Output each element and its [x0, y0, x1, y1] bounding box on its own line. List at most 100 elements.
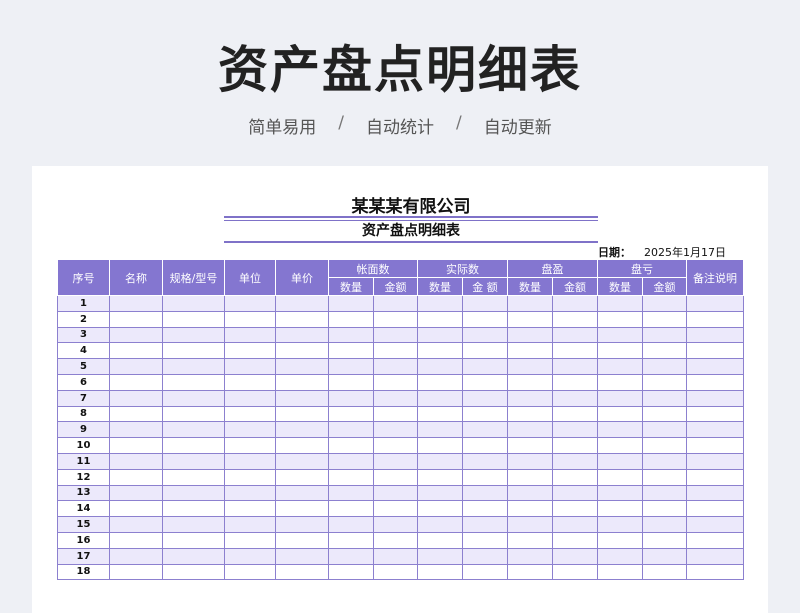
table-cell[interactable]	[462, 405, 508, 423]
table-cell[interactable]	[224, 421, 276, 439]
table-cell[interactable]	[686, 531, 744, 549]
table-cell[interactable]	[552, 563, 598, 581]
table-cell[interactable]	[275, 531, 329, 549]
table-cell[interactable]	[417, 295, 463, 312]
header-surplus-amount[interactable]: 金额	[552, 277, 598, 296]
table-cell[interactable]	[162, 563, 225, 581]
table-cell[interactable]	[686, 342, 744, 360]
table-cell[interactable]	[224, 452, 276, 470]
table-cell[interactable]	[642, 452, 687, 470]
table-cell[interactable]	[109, 373, 163, 391]
table-cell[interactable]	[552, 452, 598, 470]
header-seq[interactable]: 序号	[57, 259, 110, 296]
table-cell[interactable]	[109, 310, 163, 328]
table-cell[interactable]	[642, 373, 687, 391]
header-surplus-qty[interactable]: 数量	[507, 277, 553, 296]
table-cell[interactable]	[642, 389, 687, 407]
table-cell[interactable]	[417, 358, 463, 375]
table-cell[interactable]	[373, 547, 418, 565]
table-cell[interactable]	[686, 452, 744, 470]
table-cell[interactable]	[597, 326, 643, 344]
table-cell[interactable]	[109, 295, 163, 312]
table-cell[interactable]	[417, 516, 463, 533]
table-cell[interactable]	[373, 516, 418, 533]
table-cell[interactable]	[109, 389, 163, 407]
table-cell[interactable]	[597, 468, 643, 486]
table-cell[interactable]	[686, 295, 744, 312]
table-cell[interactable]	[224, 389, 276, 407]
table-cell[interactable]	[328, 547, 374, 565]
table-cell[interactable]	[686, 373, 744, 391]
header-unit[interactable]: 单位	[224, 259, 276, 296]
header-remark[interactable]: 备注说明	[686, 259, 744, 296]
table-cell[interactable]	[109, 563, 163, 581]
table-cell[interactable]	[109, 547, 163, 565]
table-cell[interactable]	[417, 405, 463, 423]
table-cell[interactable]	[275, 452, 329, 470]
table-cell[interactable]	[462, 531, 508, 549]
table-cell[interactable]	[275, 373, 329, 391]
table-cell[interactable]	[373, 326, 418, 344]
table-cell[interactable]	[162, 405, 225, 423]
table-cell[interactable]	[417, 452, 463, 470]
table-cell[interactable]	[462, 326, 508, 344]
table-cell[interactable]	[162, 531, 225, 549]
table-cell[interactable]	[552, 421, 598, 439]
table-cell[interactable]	[507, 468, 553, 486]
table-cell[interactable]	[109, 358, 163, 375]
table-cell[interactable]	[507, 563, 553, 581]
table-cell[interactable]	[417, 500, 463, 518]
table-cell[interactable]	[552, 484, 598, 502]
sheet-title[interactable]: 资产盘点明细表	[224, 220, 598, 240]
row-number-cell[interactable]: 14	[57, 500, 110, 518]
row-number-cell[interactable]: 17	[57, 547, 110, 565]
table-cell[interactable]	[328, 563, 374, 581]
table-cell[interactable]	[162, 452, 225, 470]
table-cell[interactable]	[328, 326, 374, 344]
table-cell[interactable]	[224, 295, 276, 312]
header-book-amount[interactable]: 金额	[373, 277, 418, 296]
table-cell[interactable]	[597, 405, 643, 423]
table-cell[interactable]	[162, 373, 225, 391]
table-cell[interactable]	[275, 310, 329, 328]
row-number-cell[interactable]: 11	[57, 452, 110, 470]
table-cell[interactable]	[328, 358, 374, 375]
table-cell[interactable]	[275, 437, 329, 454]
table-cell[interactable]	[275, 421, 329, 439]
table-cell[interactable]	[686, 484, 744, 502]
header-book-qty[interactable]: 数量	[328, 277, 374, 296]
table-cell[interactable]	[275, 516, 329, 533]
table-cell[interactable]	[224, 516, 276, 533]
table-cell[interactable]	[507, 405, 553, 423]
table-cell[interactable]	[328, 295, 374, 312]
table-cell[interactable]	[275, 484, 329, 502]
table-cell[interactable]	[109, 452, 163, 470]
table-cell[interactable]	[552, 531, 598, 549]
table-cell[interactable]	[507, 437, 553, 454]
table-cell[interactable]	[162, 389, 225, 407]
row-number-cell[interactable]: 6	[57, 373, 110, 391]
table-cell[interactable]	[417, 389, 463, 407]
table-cell[interactable]	[642, 516, 687, 533]
header-surplus[interactable]: 盘盈	[507, 259, 598, 278]
table-cell[interactable]	[507, 452, 553, 470]
table-cell[interactable]	[224, 358, 276, 375]
header-actual[interactable]: 实际数	[417, 259, 508, 278]
table-cell[interactable]	[552, 389, 598, 407]
row-number-cell[interactable]: 13	[57, 484, 110, 502]
date-value[interactable]: 2025年1月17日	[644, 244, 726, 260]
table-cell[interactable]	[686, 358, 744, 375]
table-cell[interactable]	[686, 405, 744, 423]
table-cell[interactable]	[642, 342, 687, 360]
table-cell[interactable]	[597, 516, 643, 533]
table-cell[interactable]	[224, 373, 276, 391]
table-cell[interactable]	[373, 563, 418, 581]
table-cell[interactable]	[109, 342, 163, 360]
table-cell[interactable]	[507, 547, 553, 565]
table-cell[interactable]	[552, 295, 598, 312]
table-cell[interactable]	[109, 500, 163, 518]
table-cell[interactable]	[328, 452, 374, 470]
table-cell[interactable]	[373, 531, 418, 549]
table-cell[interactable]	[552, 468, 598, 486]
table-cell[interactable]	[275, 547, 329, 565]
